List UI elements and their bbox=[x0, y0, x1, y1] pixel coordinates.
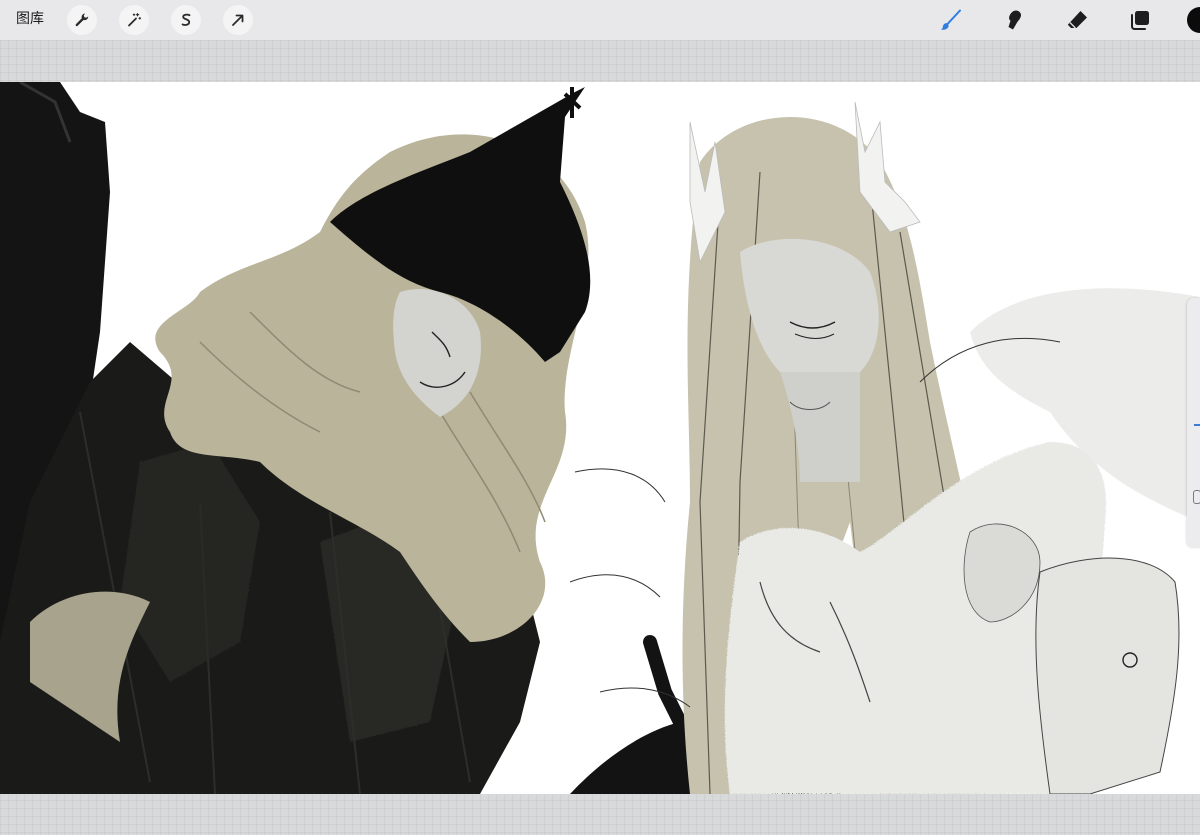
transform-button[interactable] bbox=[223, 5, 253, 35]
eraser-icon bbox=[1067, 11, 1087, 29]
layers-icon bbox=[1131, 11, 1149, 30]
right-sleeve bbox=[1035, 557, 1180, 794]
top-toolbar: 图库 bbox=[0, 0, 1200, 41]
actions-button[interactable] bbox=[67, 5, 97, 35]
adjustments-button[interactable] bbox=[119, 5, 149, 35]
color-picker-button[interactable] bbox=[1187, 7, 1200, 33]
selection-button[interactable] bbox=[171, 5, 201, 35]
brush-size-opacity-sidebar bbox=[1187, 298, 1200, 548]
wrench-icon bbox=[75, 13, 89, 27]
brush-icon bbox=[940, 9, 961, 30]
smudge-finger-icon bbox=[1008, 10, 1021, 30]
magic-wand-icon bbox=[128, 12, 142, 27]
eraser-tool-button[interactable] bbox=[1063, 6, 1091, 34]
arrow-cursor-icon bbox=[232, 14, 244, 26]
selection-s-icon bbox=[181, 13, 191, 26]
drawing-canvas[interactable] bbox=[0, 82, 1200, 794]
brush-tool-button[interactable] bbox=[937, 6, 965, 34]
smudge-tool-button[interactable] bbox=[1000, 6, 1028, 34]
brush-size-slider-handle[interactable] bbox=[1194, 424, 1200, 426]
gallery-button[interactable]: 图库 bbox=[16, 9, 44, 29]
procreate-app: 图库 bbox=[0, 0, 1200, 835]
artwork-illustration bbox=[0, 82, 1200, 794]
layers-button[interactable] bbox=[1126, 6, 1154, 34]
brush-opacity-slider-handle[interactable] bbox=[1193, 490, 1200, 504]
